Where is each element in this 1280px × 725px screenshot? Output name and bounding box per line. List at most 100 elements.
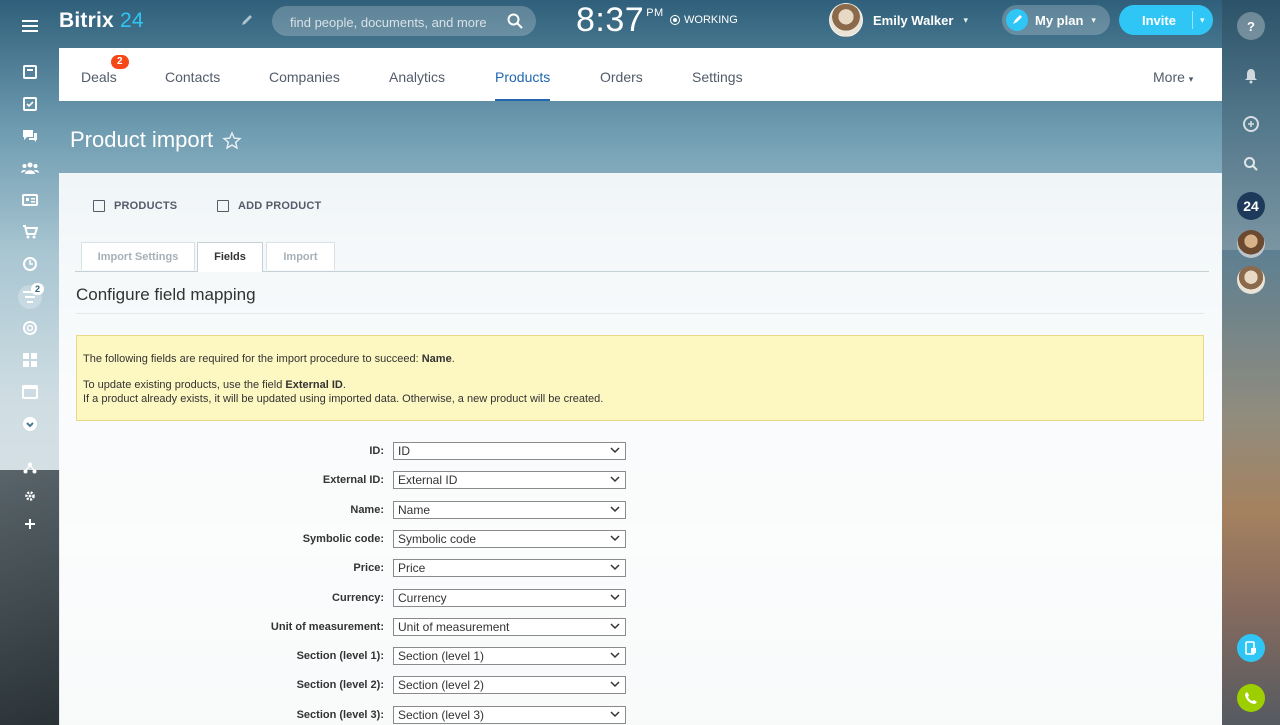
- add-product-button[interactable]: ADD PRODUCT: [217, 200, 321, 212]
- field-select-value: Unit of measurement: [398, 619, 510, 634]
- target-icon[interactable]: [18, 316, 42, 340]
- field-select[interactable]: Section (level 2): [393, 676, 626, 695]
- clock-display[interactable]: 8:37 PM: [576, 1, 664, 40]
- deals-counter-badge: 2: [111, 55, 129, 69]
- list-icon: [93, 200, 105, 212]
- field-label: Name:: [350, 503, 384, 516]
- tab-import-settings[interactable]: Import Settings: [81, 242, 195, 270]
- field-label: Section (level 3):: [296, 708, 384, 721]
- field-select[interactable]: Section (level 3): [393, 705, 626, 724]
- phone-call-icon[interactable]: [1237, 684, 1265, 712]
- add-product-label: ADD PRODUCT: [238, 200, 322, 212]
- chevron-down-icon: [610, 506, 620, 512]
- bitrix-logo[interactable]: Bitrix 24: [59, 9, 144, 33]
- plus-icon[interactable]: [18, 512, 42, 536]
- field-select-value: Section (level 1): [398, 649, 485, 664]
- more-circle-icon[interactable]: [18, 412, 42, 436]
- chat-icon[interactable]: [18, 124, 42, 148]
- tab-products[interactable]: Products: [495, 48, 551, 101]
- field-select-value: External ID: [398, 473, 458, 488]
- field-select[interactable]: Price: [393, 559, 626, 578]
- tab-analytics[interactable]: Analytics: [389, 48, 445, 101]
- products-list-button[interactable]: PRODUCTS: [93, 200, 177, 212]
- chevron-down-icon: ▾: [1091, 14, 1096, 25]
- contact-avatar-1[interactable]: [1237, 230, 1265, 258]
- field-row: Section (level 1): Section (level 1): [59, 647, 639, 667]
- right-sidebar: ? 24: [1222, 0, 1280, 725]
- chevron-down-icon: [610, 564, 620, 571]
- document-icon: [217, 200, 229, 212]
- top-header: Bitrix 24 8:37PM WORKING Emily Walker ▾ …: [0, 0, 1222, 47]
- field-row: ID: ID: [59, 442, 639, 462]
- tab-analytics-label: Analytics: [389, 69, 446, 85]
- main-panel: PRODUCTS ADD PRODUCT Import Settings Fie…: [59, 173, 1222, 725]
- tab-fields[interactable]: Fields: [197, 242, 263, 272]
- apps-grid-icon[interactable]: [18, 348, 42, 372]
- field-select[interactable]: ID: [393, 442, 626, 460]
- clock-time: 8:37: [576, 1, 645, 39]
- field-label: Section (level 1):: [296, 650, 384, 663]
- field-label: ID:: [369, 445, 384, 457]
- invite-divider: [1191, 11, 1193, 29]
- field-label: Section (level 2):: [296, 679, 384, 692]
- clock-ampm: PM: [646, 7, 664, 19]
- chevron-down-icon: [610, 623, 620, 629]
- invite-button[interactable]: Invite ▾: [1119, 5, 1213, 35]
- left-sidebar: 2: [0, 0, 59, 725]
- chevron-down-icon: ▾: [963, 14, 968, 25]
- notice-text: .: [451, 353, 455, 365]
- search-input[interactable]: [288, 6, 512, 38]
- field-label: Unit of measurement:: [270, 620, 384, 633]
- groups-icon[interactable]: [18, 156, 42, 180]
- tab-settings[interactable]: Settings: [692, 48, 743, 101]
- products-list-label: PRODUCTS: [114, 200, 178, 212]
- field-select[interactable]: Unit of measurement: [393, 617, 626, 636]
- field-select[interactable]: Symbolic code: [393, 529, 626, 548]
- mobile-app-icon[interactable]: [1237, 634, 1265, 662]
- bitrix24-chat-avatar[interactable]: 24: [1237, 192, 1265, 220]
- messenger-icon[interactable]: [1237, 110, 1265, 138]
- pencil-icon[interactable]: [240, 13, 254, 30]
- chevron-down-icon: [610, 476, 620, 483]
- crm-badge: 2: [31, 283, 45, 295]
- contact-avatar-2[interactable]: [1237, 266, 1265, 294]
- tasks-icon[interactable]: [18, 92, 42, 116]
- cart-icon[interactable]: [18, 220, 42, 244]
- sitemap-icon[interactable]: [18, 456, 42, 480]
- field-select[interactable]: Name: [393, 500, 626, 519]
- contacts-card-icon[interactable]: [18, 188, 42, 212]
- field-select[interactable]: Currency: [393, 588, 626, 607]
- notice-text: The following fields are required for th…: [83, 353, 422, 365]
- work-status[interactable]: WORKING: [670, 14, 738, 26]
- favorite-star-icon[interactable]: [222, 131, 242, 151]
- search-icon[interactable]: [506, 12, 524, 30]
- search-icon[interactable]: [1237, 150, 1265, 178]
- feed-icon[interactable]: [18, 60, 42, 84]
- my-plan-button[interactable]: My plan ▾: [1002, 5, 1110, 35]
- tab-import[interactable]: Import: [266, 242, 335, 270]
- field-label: Currency:: [332, 591, 384, 604]
- section-title: Configure field mapping: [76, 285, 256, 304]
- field-select-value: Name: [398, 502, 431, 517]
- clock-icon[interactable]: [18, 252, 42, 276]
- tab-products-label: Products: [495, 69, 551, 85]
- tab-orders[interactable]: Orders: [600, 48, 643, 101]
- tab-companies[interactable]: Companies: [269, 48, 340, 101]
- field-select[interactable]: Section (level 1): [393, 647, 626, 666]
- tab-more[interactable]: More ▾: [1153, 48, 1193, 101]
- tab-contacts[interactable]: Contacts: [165, 48, 220, 101]
- user-name: Emily Walker: [873, 12, 954, 28]
- tab-deals[interactable]: Deals: [81, 48, 117, 101]
- chevron-down-icon[interactable]: ▾: [1200, 15, 1205, 26]
- search-box[interactable]: [272, 6, 536, 38]
- settings-gear-icon[interactable]: [18, 484, 42, 508]
- field-select[interactable]: External ID: [393, 471, 626, 490]
- help-icon[interactable]: ?: [1237, 12, 1265, 40]
- window-icon[interactable]: [18, 380, 42, 404]
- import-tabs: Import Settings Fields Import: [75, 242, 1209, 272]
- user-menu[interactable]: Emily Walker ▾: [829, 3, 968, 37]
- notifications-bell-icon[interactable]: [1237, 62, 1265, 90]
- invite-label: Invite: [1142, 12, 1176, 28]
- logo-text: Bitrix: [59, 9, 114, 32]
- my-plan-label: My plan: [1035, 12, 1084, 28]
